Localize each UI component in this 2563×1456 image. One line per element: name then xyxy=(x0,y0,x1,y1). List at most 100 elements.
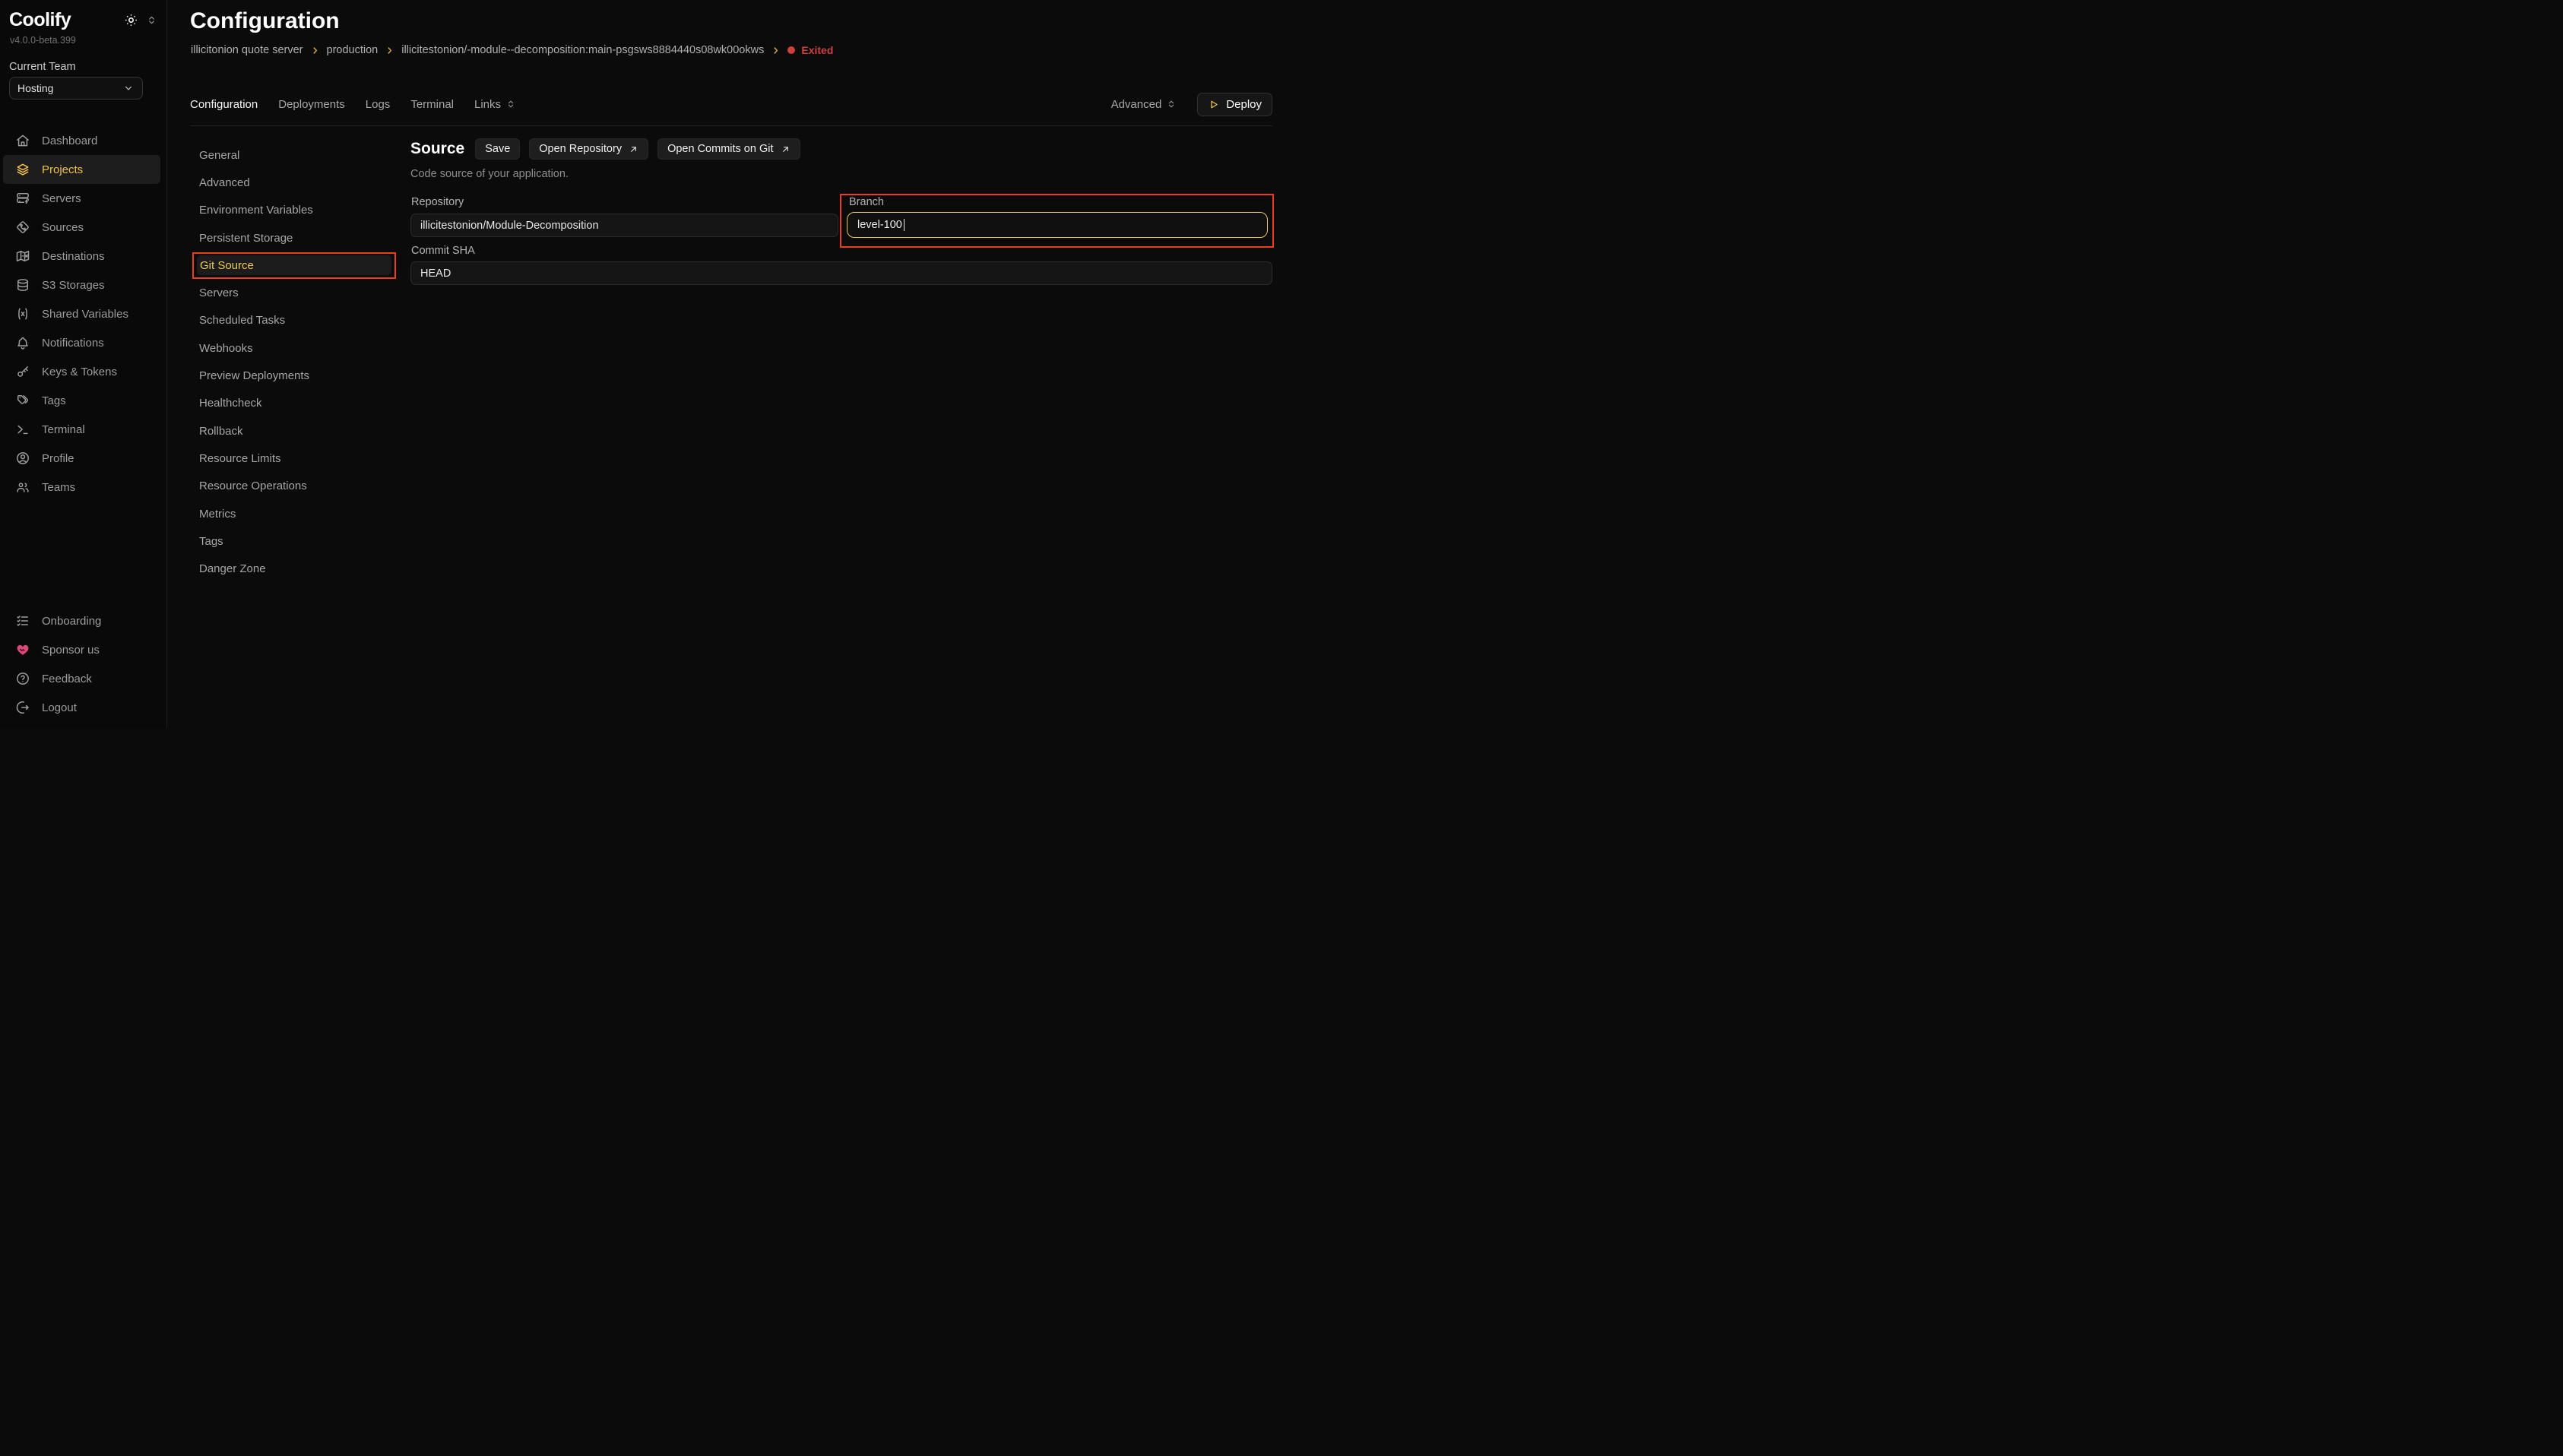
tab-terminal[interactable]: Terminal xyxy=(410,98,454,111)
subnav-scheduled-tasks[interactable]: Scheduled Tasks xyxy=(190,307,397,334)
tab-configuration[interactable]: Configuration xyxy=(190,98,258,111)
branch-input[interactable]: level-100 xyxy=(847,212,1268,238)
database-icon xyxy=(15,277,30,293)
save-button[interactable]: Save xyxy=(475,138,520,160)
tabs-divider xyxy=(190,125,1272,126)
subnav-webhooks[interactable]: Webhooks xyxy=(190,334,397,362)
sidebar-item-sponsor[interactable]: Sponsor us xyxy=(0,635,166,664)
sidebar-item-keys-tokens[interactable]: Keys & Tokens xyxy=(0,357,166,386)
sidebar-item-tags[interactable]: Tags xyxy=(0,386,166,415)
chevron-right-icon xyxy=(310,46,320,55)
subnav-advanced[interactable]: Advanced xyxy=(190,169,397,196)
repository-input[interactable] xyxy=(410,214,838,237)
sidebar-item-terminal[interactable]: Terminal xyxy=(0,415,166,444)
subnav-danger-zone[interactable]: Danger Zone xyxy=(190,555,397,582)
layers-icon xyxy=(15,162,30,177)
variable-icon xyxy=(15,306,30,321)
sidebar-item-projects[interactable]: Projects xyxy=(3,155,160,184)
advanced-dropdown[interactable]: Advanced xyxy=(1111,98,1177,111)
app-version: v4.0.0-beta.399 xyxy=(10,35,76,46)
sidebar-item-onboarding[interactable]: Onboarding xyxy=(0,606,166,635)
subnav-servers[interactable]: Servers xyxy=(190,279,397,306)
open-commits-button[interactable]: Open Commits on Git xyxy=(657,138,800,160)
sidebar-item-profile[interactable]: Profile xyxy=(0,444,166,473)
theme-sun-icon[interactable] xyxy=(124,13,138,27)
sidebar-item-teams[interactable]: Teams xyxy=(0,473,166,502)
map-icon xyxy=(15,248,30,264)
subnav-persistent-storage[interactable]: Persistent Storage xyxy=(190,224,397,252)
logout-icon xyxy=(15,700,30,715)
page-title: Configuration xyxy=(190,8,340,34)
subnav-resource-limits[interactable]: Resource Limits xyxy=(190,445,397,472)
breadcrumb-application[interactable]: illicitestonion/-module--decomposition:m… xyxy=(401,44,764,56)
sidebar-item-servers[interactable]: Servers xyxy=(0,184,166,213)
status-badge: Exited xyxy=(787,44,833,56)
breadcrumb: illicitonion quote server production ill… xyxy=(191,44,833,56)
status-text: Exited xyxy=(801,44,833,56)
tab-links[interactable]: Links xyxy=(474,98,516,111)
sidebar-footer-nav: Onboarding Sponsor us Feedback Logout xyxy=(0,606,166,722)
sidebar-item-notifications[interactable]: Notifications xyxy=(0,328,166,357)
server-icon xyxy=(15,191,30,206)
breadcrumb-environment[interactable]: production xyxy=(327,44,379,56)
users-icon xyxy=(15,480,30,495)
sidebar-item-destinations[interactable]: Destinations xyxy=(0,242,166,271)
font-size-selector-icon[interactable] xyxy=(146,14,157,26)
deploy-button[interactable]: Deploy xyxy=(1197,93,1272,116)
tab-deployments[interactable]: Deployments xyxy=(278,98,345,111)
tags-icon xyxy=(15,393,30,408)
breadcrumb-project[interactable]: illicitonion quote server xyxy=(191,44,303,56)
repository-label: Repository xyxy=(411,196,464,208)
status-dot-icon xyxy=(787,46,795,54)
app-logo: Coolify xyxy=(9,9,71,31)
tabs-row: Configuration Deployments Logs Terminal … xyxy=(190,91,1272,117)
sidebar-item-shared-variables[interactable]: Shared Variables xyxy=(0,299,166,328)
current-team-label: Current Team xyxy=(9,61,76,73)
help-icon xyxy=(15,671,30,686)
team-select[interactable]: Hosting xyxy=(9,77,143,100)
branch-label: Branch xyxy=(849,196,884,208)
user-circle-icon xyxy=(15,451,30,466)
chevron-up-down-icon xyxy=(505,99,516,109)
commit-sha-input[interactable] xyxy=(410,261,1272,285)
sidebar: Coolify v4.0.0-beta.399 Current Team Hos… xyxy=(0,0,167,728)
source-description: Code source of your application. xyxy=(410,168,569,180)
subnav-general[interactable]: General xyxy=(190,141,397,169)
subnav-resource-operations[interactable]: Resource Operations xyxy=(190,473,397,500)
source-header: Source Save Open Repository Open Commits… xyxy=(410,138,800,160)
external-link-icon xyxy=(781,144,790,154)
sidebar-nav: Dashboard Projects Servers Sources Desti… xyxy=(0,126,166,502)
subnav-metrics[interactable]: Metrics xyxy=(190,500,397,527)
tab-logs[interactable]: Logs xyxy=(366,98,391,111)
subnav-tags[interactable]: Tags xyxy=(190,527,397,555)
text-cursor xyxy=(904,219,905,231)
open-repository-button[interactable]: Open Repository xyxy=(529,138,648,160)
subnav-healthcheck[interactable]: Healthcheck xyxy=(190,390,397,417)
subnav-environment-variables[interactable]: Environment Variables xyxy=(190,197,397,224)
subnav-rollback[interactable]: Rollback xyxy=(190,417,397,445)
chevron-right-icon xyxy=(771,46,781,55)
external-link-icon xyxy=(629,144,638,154)
sidebar-item-s3-storages[interactable]: S3 Storages xyxy=(0,271,166,299)
sidebar-item-sources[interactable]: Sources xyxy=(0,213,166,242)
chevron-down-icon xyxy=(122,82,135,94)
play-icon xyxy=(1208,99,1219,110)
config-subnav: General Advanced Environment Variables P… xyxy=(190,141,397,583)
home-icon xyxy=(15,133,30,148)
sidebar-item-feedback[interactable]: Feedback xyxy=(0,664,166,693)
subnav-git-source[interactable]: Git Source xyxy=(197,255,391,275)
commit-sha-label: Commit SHA xyxy=(411,245,475,257)
chevron-right-icon xyxy=(385,46,394,55)
source-section-title: Source xyxy=(410,140,464,158)
git-icon xyxy=(15,220,30,235)
branch-value: level-100 xyxy=(857,219,902,231)
terminal-icon xyxy=(15,422,30,437)
subnav-preview-deployments[interactable]: Preview Deployments xyxy=(190,362,397,389)
bell-icon xyxy=(15,335,30,350)
key-icon xyxy=(15,364,30,379)
sidebar-item-dashboard[interactable]: Dashboard xyxy=(0,126,166,155)
sidebar-item-logout[interactable]: Logout xyxy=(0,693,166,722)
checklist-icon xyxy=(15,613,30,628)
chevron-up-down-icon xyxy=(1166,99,1177,109)
heart-icon xyxy=(15,642,30,657)
